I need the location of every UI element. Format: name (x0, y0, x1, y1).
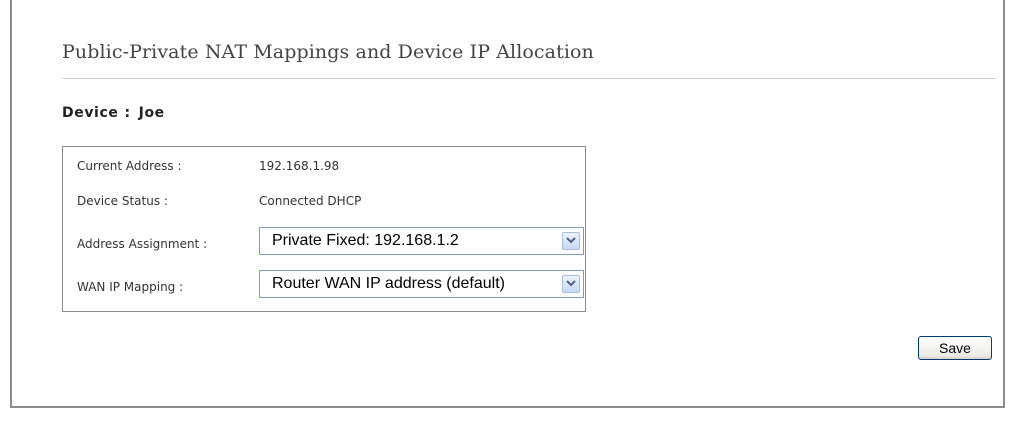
wan-ip-mapping-selected: Router WAN IP address (default) (272, 275, 505, 292)
current-address-label: Current Address : (77, 159, 182, 173)
chevron-down-icon[interactable] (562, 232, 580, 250)
device-name: Joe (138, 105, 165, 121)
main-panel: Public-Private NAT Mappings and Device I… (10, 0, 1005, 408)
chevron-down-icon[interactable] (562, 275, 580, 293)
page-title: Public-Private NAT Mappings and Device I… (62, 41, 594, 63)
address-assignment-label: Address Assignment : (77, 237, 208, 251)
device-status-label: Device Status : (77, 194, 168, 208)
address-assignment-select[interactable]: Private Fixed: 192.168.1.2 (259, 227, 584, 255)
wan-ip-mapping-select[interactable]: Router WAN IP address (default) (259, 270, 584, 298)
wan-ip-mapping-label: WAN IP Mapping : (77, 280, 184, 294)
address-assignment-selected: Private Fixed: 192.168.1.2 (272, 232, 459, 249)
title-divider (62, 78, 996, 79)
current-address-value: 192.168.1.98 (259, 159, 340, 173)
device-label: Device (62, 105, 119, 121)
device-heading: Device: Joe (62, 105, 165, 121)
save-button[interactable]: Save (918, 336, 992, 360)
device-separator: : (124, 105, 131, 121)
device-status-value: Connected DHCP (259, 194, 362, 208)
device-info-box: Current Address : 192.168.1.98 Device St… (62, 146, 586, 312)
